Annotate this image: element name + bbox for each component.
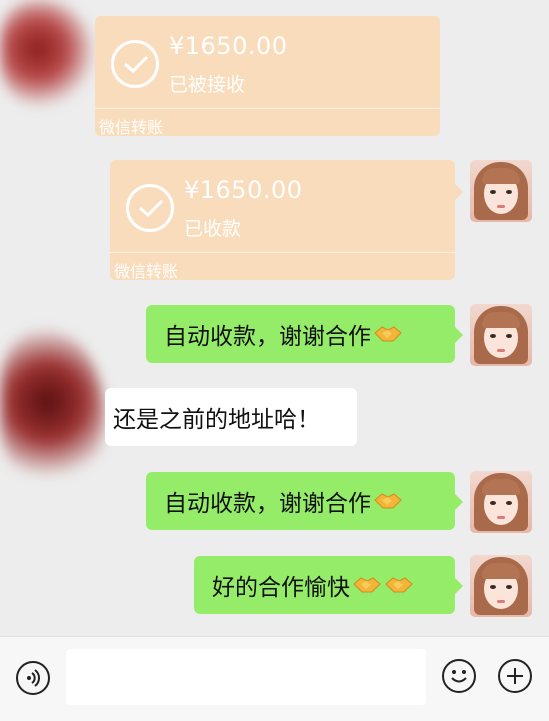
- message-input[interactable]: [66, 649, 426, 705]
- blurred-contact-avatar: [0, 330, 105, 490]
- message-bubble-sent[interactable]: 自动收款，谢谢合作: [146, 305, 455, 363]
- transfer-status: 已收款: [184, 218, 242, 240]
- transfer-footer: 微信转账: [114, 262, 179, 281]
- handshake-icon: [374, 493, 402, 509]
- bubble-tail: [455, 578, 463, 594]
- message-bubble-received[interactable]: 还是之前的地址哈！: [105, 388, 357, 446]
- user-avatar[interactable]: [470, 160, 532, 222]
- plus-icon[interactable]: [498, 659, 532, 693]
- transfer-card-sent[interactable]: ¥1650.00 已收款 微信转账: [110, 160, 455, 281]
- message-text: 自动收款，谢谢合作: [164, 491, 371, 517]
- user-avatar[interactable]: [470, 304, 532, 366]
- transfer-status: 已被接收: [169, 74, 246, 96]
- handshake-icon: [385, 577, 413, 593]
- message-bubble-sent[interactable]: 好的合作愉快: [194, 556, 455, 614]
- message-text: 好的合作愉快: [212, 575, 350, 601]
- blurred-contact-avatar: [0, 0, 95, 110]
- transfer-amount: ¥1650.00: [169, 32, 288, 60]
- voice-icon[interactable]: [16, 661, 50, 695]
- check-icon: [111, 40, 159, 88]
- bubble-tail: [455, 327, 463, 343]
- user-avatar[interactable]: [470, 471, 532, 533]
- transfer-amount: ¥1650.00: [184, 176, 303, 204]
- transfer-card-received[interactable]: ¥1650.00 已被接收 微信转账: [95, 16, 440, 137]
- handshake-icon: [374, 326, 402, 342]
- transfer-footer: 微信转账: [99, 118, 164, 137]
- handshake-icon: [353, 577, 381, 593]
- user-avatar[interactable]: [470, 555, 532, 617]
- bubble-tail: [455, 184, 463, 200]
- smiley-icon[interactable]: [442, 659, 476, 693]
- chat-input-bar: [0, 636, 549, 721]
- message-text: 还是之前的地址哈！: [113, 407, 320, 433]
- divider: [110, 252, 455, 253]
- message-bubble-sent[interactable]: 自动收款，谢谢合作: [146, 472, 455, 530]
- check-icon: [126, 184, 174, 232]
- divider: [95, 108, 440, 109]
- bubble-tail: [455, 494, 463, 510]
- message-text: 自动收款，谢谢合作: [164, 324, 371, 350]
